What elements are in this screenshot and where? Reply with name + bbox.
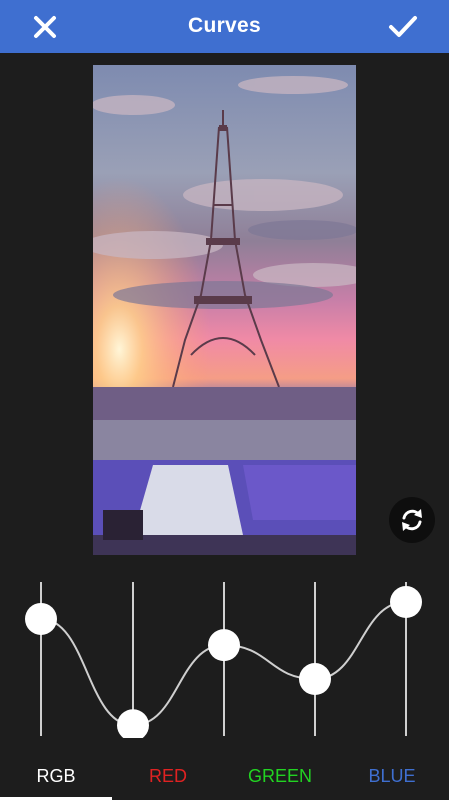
curve-handle-5[interactable] [390,586,422,619]
reset-curve-button[interactable] [389,497,435,543]
channel-tabs: RGB RED GREEN BLUE [0,760,449,800]
curve-editor[interactable] [0,578,449,738]
photo-preview [93,65,356,555]
checkmark-icon [389,16,417,37]
curve-handle-4[interactable] [299,663,331,696]
curve-handle-1[interactable] [25,602,57,635]
top-bar: Curves [0,0,449,53]
tab-blue[interactable]: BLUE [336,766,448,787]
tab-rgb[interactable]: RGB [0,766,112,787]
refresh-icon [402,509,422,531]
confirm-button[interactable] [384,8,422,46]
curve-handle-3[interactable] [208,629,240,662]
tab-red[interactable]: RED [112,766,224,787]
page-title: Curves [187,14,261,37]
curve-handle-2[interactable] [117,709,149,738]
tab-green[interactable]: GREEN [224,766,336,787]
